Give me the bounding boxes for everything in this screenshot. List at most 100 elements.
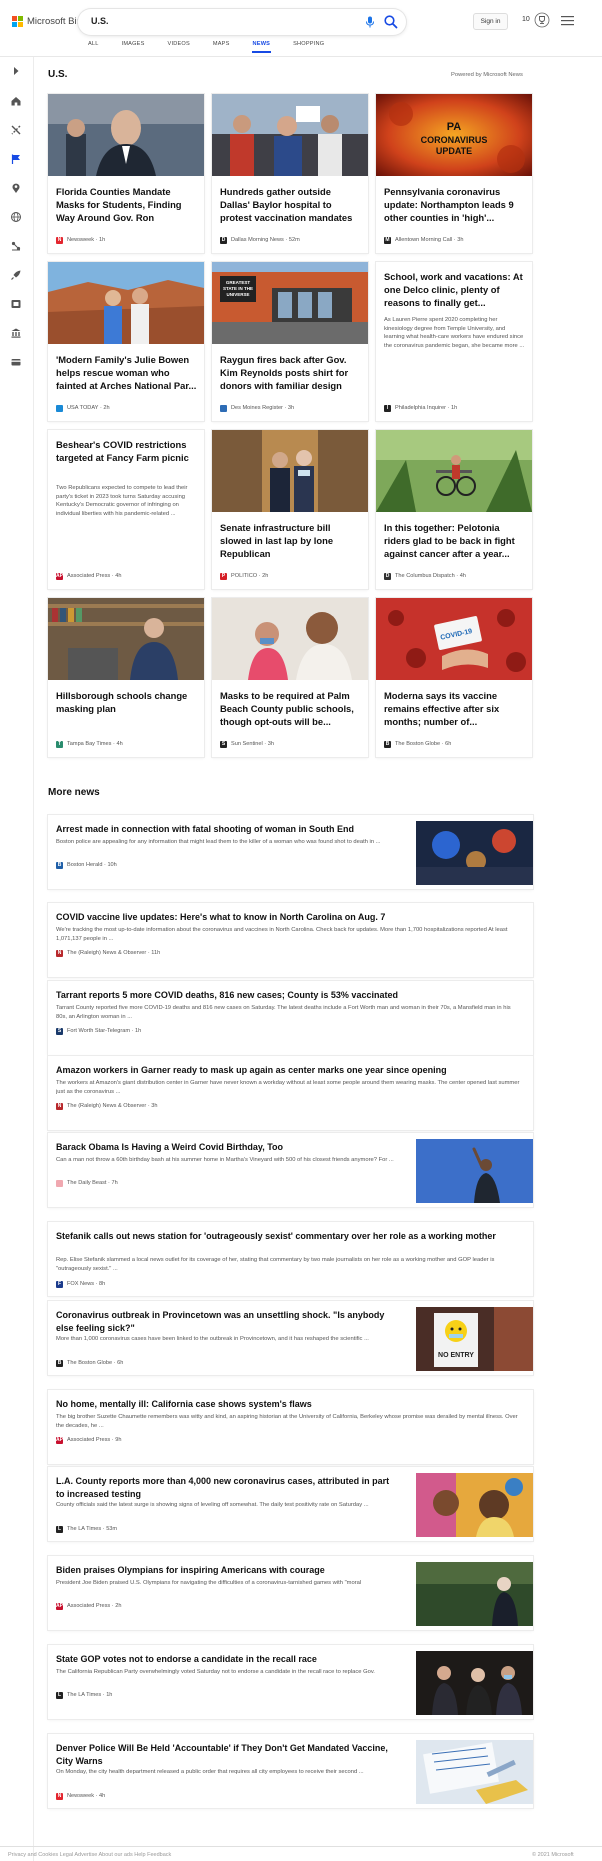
news-card[interactable]: Beshear's COVID restrictions targeted at…: [48, 430, 204, 589]
hamburger-menu-icon[interactable]: [561, 15, 574, 26]
news-card-title[interactable]: School, work and vacations: At one Delco…: [384, 270, 526, 309]
news-item-title[interactable]: Biden praises Olympians for inspiring Am…: [56, 1564, 396, 1577]
news-card-title[interactable]: Moderna says its vaccine remains effecti…: [384, 689, 526, 728]
news-card-image[interactable]: [212, 94, 368, 176]
news-card[interactable]: GREATEST STATE IN THE UNIVERSE Raygun fires…: [212, 262, 368, 421]
news-card[interactable]: Senate infrastructure bill slowed in las…: [212, 430, 368, 589]
news-card[interactable]: PA CORONAVIRUS UPDATE Pennsylvania coronavi…: [376, 94, 532, 253]
search-icon[interactable]: [383, 14, 399, 30]
tab-all[interactable]: ALL: [88, 41, 99, 53]
news-item-title[interactable]: Stefanik calls out news station for 'out…: [56, 1230, 521, 1243]
news-card-title[interactable]: Pennsylvania coronavirus update: Northam…: [384, 185, 526, 224]
news-item-image[interactable]: [416, 1562, 533, 1626]
news-card[interactable]: Hundreds gather outside Dallas' Baylor h…: [212, 94, 368, 253]
news-card-image[interactable]: [48, 262, 204, 344]
news-item-title[interactable]: Amazon workers in Garner ready to mask u…: [56, 1064, 521, 1077]
tab-images[interactable]: IMAGES: [122, 41, 145, 53]
tab-news[interactable]: NEWS: [251, 41, 271, 53]
news-list-item[interactable]: L.A. County reports more than 4,000 new …: [48, 1467, 533, 1541]
news-list-item[interactable]: Denver Police Will Be Held 'Accountable'…: [48, 1734, 533, 1808]
news-card[interactable]: 'Modern Family's Julie Bowen helps rescu…: [48, 262, 204, 421]
news-item-image[interactable]: [416, 821, 533, 885]
source-name: Associated Press: [67, 1437, 111, 1443]
bing-logo[interactable]: Microsoft Bing: [12, 14, 87, 28]
news-card-title[interactable]: In this together: Pelotonia riders glad …: [384, 521, 526, 560]
globe-icon[interactable]: [10, 211, 22, 223]
news-card-image[interactable]: GREATEST STATE IN THE UNIVERSE: [212, 262, 368, 344]
news-list-item[interactable]: Amazon workers in Garner ready to mask u…: [48, 1056, 533, 1130]
publish-time: 8h: [99, 1281, 106, 1287]
tab-videos[interactable]: VIDEOS: [168, 41, 190, 53]
science-icon[interactable]: [10, 240, 22, 252]
news-card-image[interactable]: [212, 430, 368, 512]
news-card-title[interactable]: Senate infrastructure bill slowed in las…: [220, 521, 362, 560]
sign-in-button[interactable]: Sign in: [473, 13, 508, 30]
microphone-icon[interactable]: [363, 15, 377, 29]
news-card-image[interactable]: [212, 598, 368, 680]
news-item-image[interactable]: [416, 1740, 533, 1804]
svg-text:GREATEST: GREATEST: [226, 280, 250, 285]
news-item-image[interactable]: [416, 1473, 533, 1537]
news-list-item[interactable]: Tarrant reports 5 more COVID deaths, 816…: [48, 981, 533, 1055]
news-card-title[interactable]: Hillsborough schools change masking plan: [56, 689, 198, 715]
news-card-title[interactable]: Hundreds gather outside Dallas' Baylor h…: [220, 185, 362, 224]
news-card[interactable]: School, work and vacations: At one Delco…: [376, 262, 532, 421]
film-icon[interactable]: [10, 298, 22, 310]
rewards-trophy-icon[interactable]: [534, 12, 550, 28]
news-item-title[interactable]: L.A. County reports more than 4,000 new …: [56, 1475, 396, 1500]
news-item-title[interactable]: Denver Police Will Be Held 'Accountable'…: [56, 1742, 396, 1767]
news-item-title[interactable]: COVID vaccine live updates: Here's what …: [56, 911, 521, 924]
news-item-title[interactable]: No home, mentally ill: California case s…: [56, 1398, 521, 1411]
flag-icon[interactable]: [10, 153, 22, 165]
news-card-title[interactable]: 'Modern Family's Julie Bowen helps rescu…: [56, 353, 198, 392]
news-list-item[interactable]: Stefanik calls out news station for 'out…: [48, 1222, 533, 1296]
news-card[interactable]: Florida Counties Mandate Masks for Stude…: [48, 94, 204, 253]
news-item-title[interactable]: Tarrant reports 5 more COVID deaths, 816…: [56, 989, 521, 1002]
news-item-snippet: On Monday, the city health department re…: [56, 1769, 364, 1775]
news-item-image[interactable]: [416, 1651, 533, 1715]
news-list-item[interactable]: COVID vaccine live updates: Here's what …: [48, 903, 533, 977]
news-item-title[interactable]: Arrest made in connection with fatal sho…: [56, 823, 396, 836]
source-name: Associated Press: [67, 1603, 111, 1609]
news-card-title[interactable]: Raygun fires back after Gov. Kim Reynold…: [220, 353, 362, 392]
news-card[interactable]: Masks to be required at Palm Beach Count…: [212, 598, 368, 757]
search-box[interactable]: U.S.: [78, 9, 406, 35]
tab-maps[interactable]: MAPS: [213, 41, 230, 53]
news-card[interactable]: Hillsborough schools change masking plan…: [48, 598, 204, 757]
home-icon[interactable]: [10, 95, 22, 107]
news-card-title[interactable]: Florida Counties Mandate Masks for Stude…: [56, 185, 198, 225]
news-item-source: L The LA Times · 1h: [56, 1691, 112, 1699]
news-list-item[interactable]: Arrest made in connection with fatal sho…: [48, 815, 533, 889]
tab-shopping[interactable]: SHOPPING: [293, 41, 324, 53]
search-input[interactable]: U.S.: [91, 16, 109, 26]
news-card-image[interactable]: [48, 598, 204, 680]
news-list-item[interactable]: Coronavirus outbreak in Provincetown was…: [48, 1301, 533, 1375]
location-pin-icon[interactable]: [10, 182, 22, 194]
news-list-item[interactable]: Biden praises Olympians for inspiring Am…: [48, 1556, 533, 1630]
news-item-title[interactable]: Coronavirus outbreak in Provincetown was…: [56, 1309, 396, 1334]
crossed-tools-icon[interactable]: [10, 124, 22, 136]
card-icon[interactable]: [10, 356, 22, 368]
news-item-title[interactable]: Barack Obama Is Having a Weird Covid Bir…: [56, 1141, 396, 1154]
news-item-image[interactable]: NO ENTRY: [416, 1307, 533, 1371]
expand-arrow-icon[interactable]: [10, 65, 22, 77]
news-card-title[interactable]: Masks to be required at Palm Beach Count…: [220, 689, 362, 728]
news-card-title[interactable]: Beshear's COVID restrictions targeted at…: [56, 438, 198, 464]
news-item-title[interactable]: State GOP votes not to endorse a candida…: [56, 1653, 396, 1666]
news-list-item[interactable]: Barack Obama Is Having a Weird Covid Bir…: [48, 1133, 533, 1207]
news-item-image[interactable]: [416, 1139, 533, 1203]
news-list-item[interactable]: State GOP votes not to endorse a candida…: [48, 1645, 533, 1719]
news-card[interactable]: COVID-19 Moderna says its vaccine remains…: [376, 598, 532, 757]
news-card-image[interactable]: COVID-19: [376, 598, 532, 680]
bank-icon[interactable]: [10, 327, 22, 339]
publish-time: 11h: [151, 950, 161, 956]
news-card-image[interactable]: PA CORONAVIRUS UPDATE: [376, 94, 532, 176]
footer-links[interactable]: Privacy and Cookies Legal Advertise Abou…: [8, 1852, 171, 1858]
news-card-source: D Dallas Morning News · 52m: [220, 236, 300, 244]
search-tabs: ALL IMAGES VIDEOS MAPS NEWS SHOPPING: [88, 41, 347, 55]
news-list-item[interactable]: No home, mentally ill: California case s…: [48, 1390, 533, 1464]
news-card-image[interactable]: [376, 430, 532, 512]
news-card[interactable]: In this together: Pelotonia riders glad …: [376, 430, 532, 589]
rocket-icon[interactable]: [10, 269, 22, 281]
news-card-image[interactable]: [48, 94, 204, 176]
